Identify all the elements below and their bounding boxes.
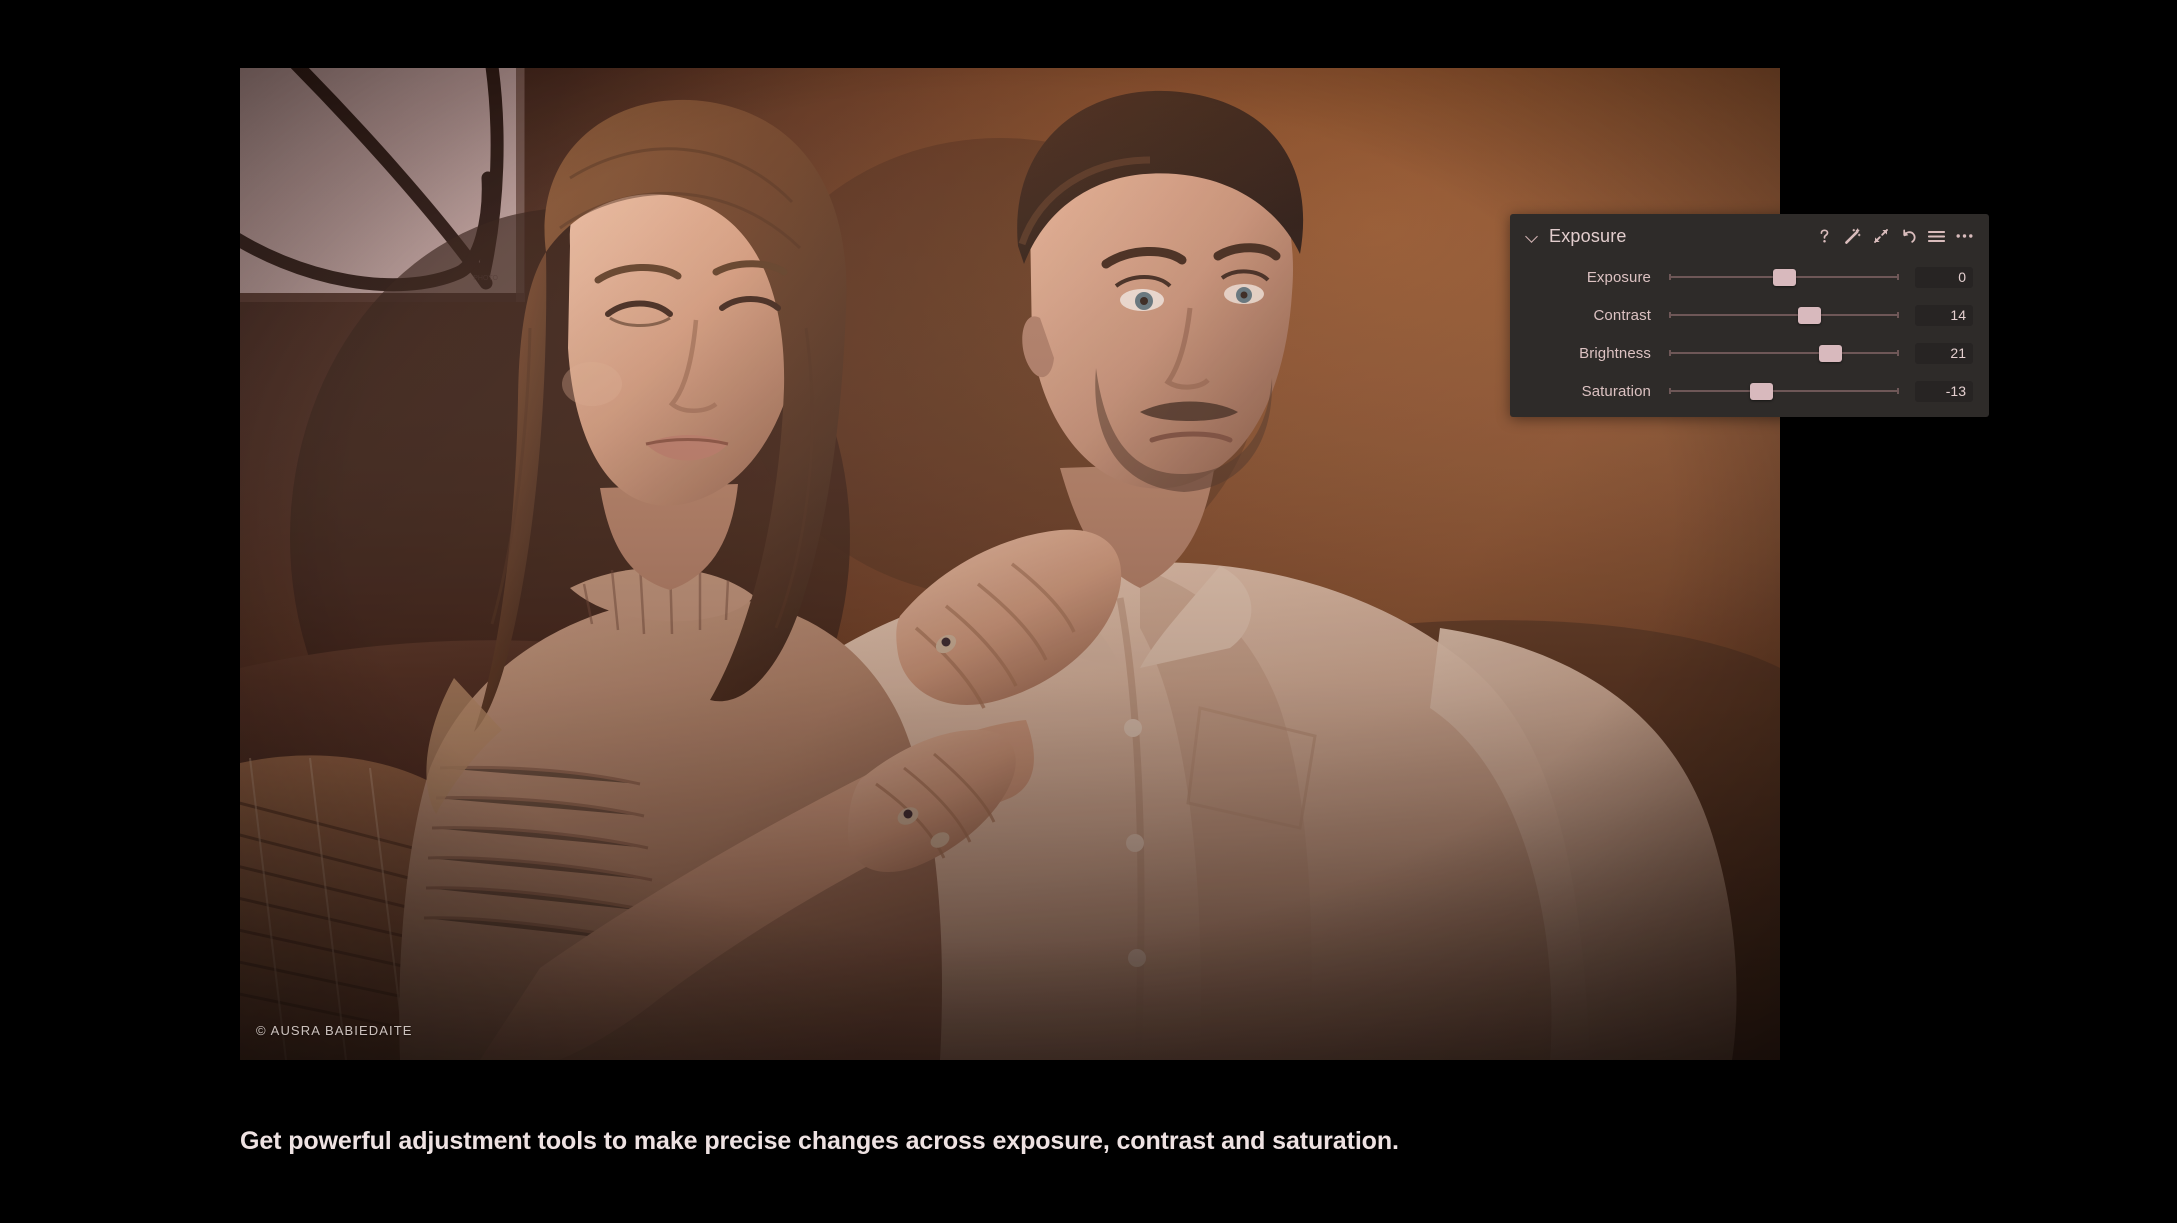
undo-icon[interactable] (1900, 228, 1917, 245)
slider-rows: Exposure 0 Contrast 14 Brightness 21 Sat… (1510, 258, 1989, 416)
slider-row-brightness: Brightness 21 (1510, 334, 1989, 372)
panel-title: Exposure (1549, 225, 1627, 246)
chevron-down-icon[interactable] (1524, 228, 1540, 244)
slider-label-exposure: Exposure (1586, 268, 1651, 286)
panel-header: Exposure (1510, 214, 1989, 258)
slider-label-contrast: Contrast (1593, 306, 1651, 324)
slider-brightness[interactable] (1669, 340, 1899, 366)
help-icon[interactable] (1816, 228, 1833, 245)
slider-handle-exposure[interactable] (1772, 268, 1796, 286)
slider-track (1669, 350, 1899, 356)
more-options-icon[interactable] (1956, 228, 1973, 245)
exposure-adjustment-panel[interactable]: Exposure Exposure 0 Contrast 14 Brightne… (1510, 214, 1989, 417)
slider-handle-contrast[interactable] (1797, 306, 1821, 324)
slider-exposure[interactable] (1669, 264, 1899, 290)
slider-saturation[interactable] (1669, 378, 1899, 404)
slider-value-brightness[interactable]: 21 (1915, 342, 1973, 364)
feature-caption: Get powerful adjustment tools to make pr… (240, 1127, 1399, 1155)
page-root: PHOTO (0, 0, 2177, 1223)
panel-header-icons (1816, 228, 1973, 245)
slider-row-exposure: Exposure 0 (1510, 258, 1989, 296)
slider-label-brightness: Brightness (1579, 344, 1651, 362)
slider-handle-saturation[interactable] (1749, 382, 1773, 400)
slider-contrast[interactable] (1669, 302, 1899, 328)
expand-arrows-icon[interactable] (1872, 228, 1889, 245)
slider-track (1669, 312, 1899, 318)
menu-icon[interactable] (1928, 228, 1945, 245)
photo-watermark: © AUSRA BABIEDAITE (256, 1023, 413, 1038)
magic-wand-icon[interactable] (1844, 228, 1861, 245)
slider-value-saturation[interactable]: -13 (1915, 380, 1973, 402)
slider-row-contrast: Contrast 14 (1510, 296, 1989, 334)
slider-track (1669, 388, 1899, 394)
slider-label-saturation: Saturation (1581, 382, 1651, 400)
slider-handle-brightness[interactable] (1818, 344, 1842, 362)
slider-value-contrast[interactable]: 14 (1915, 304, 1973, 326)
slider-row-saturation: Saturation -13 (1510, 372, 1989, 410)
slider-value-exposure[interactable]: 0 (1915, 266, 1973, 288)
